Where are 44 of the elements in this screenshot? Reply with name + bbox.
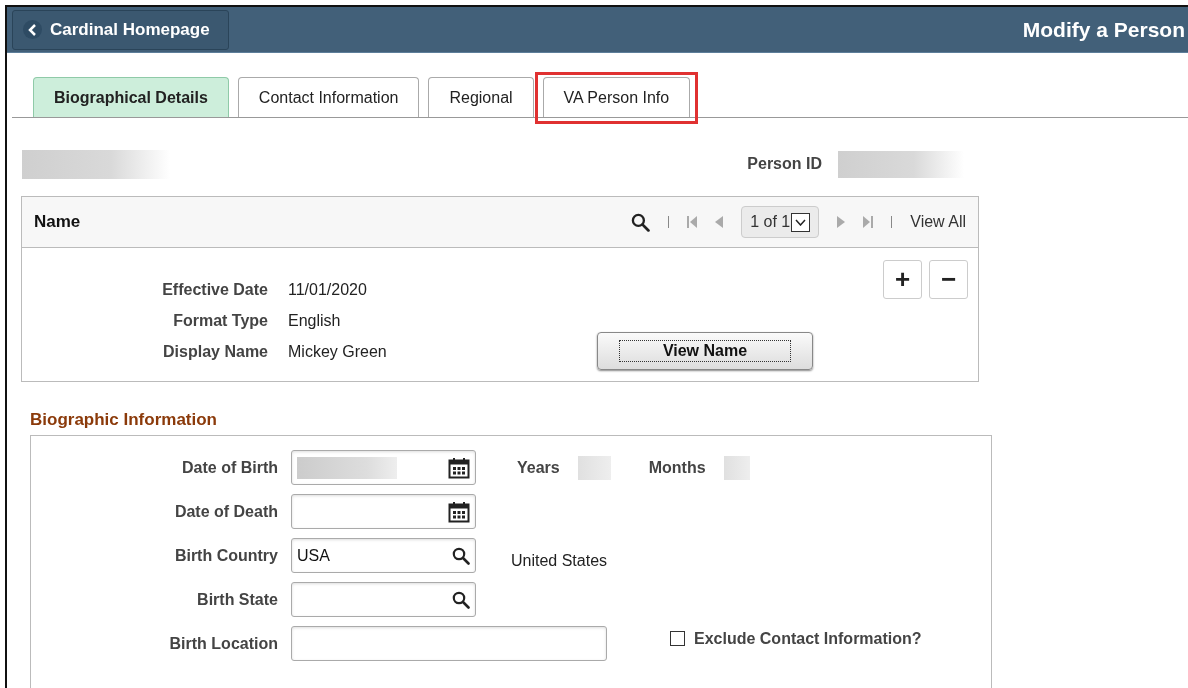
input-field[interactable]: USA	[291, 538, 476, 573]
field-label: Display Name	[162, 343, 268, 361]
field-value: Mickey Green	[288, 343, 387, 361]
field-label: Years	[517, 458, 560, 477]
calendar-icon[interactable]	[448, 500, 470, 523]
input-field[interactable]	[291, 494, 476, 529]
field-label: Birth Country	[173, 546, 278, 565]
delete-row-button[interactable]: −	[929, 260, 968, 299]
pager-dropdown[interactable]: 1 of 1	[741, 206, 820, 238]
tab[interactable]: Regional	[428, 77, 534, 117]
search-icon[interactable]	[452, 546, 470, 565]
input-field[interactable]	[291, 582, 476, 617]
field-description: United States	[511, 551, 608, 570]
tab[interactable]: Contact Information	[237, 77, 420, 117]
redacted-field	[723, 455, 750, 480]
section-title: Biographic Information	[30, 410, 218, 430]
redacted-field	[577, 455, 611, 480]
field-label: Months	[648, 458, 706, 477]
search-icon[interactable]	[631, 212, 651, 232]
view-name-button[interactable]: View Name	[597, 332, 813, 370]
field-label: Birth Location	[168, 634, 278, 653]
field-value: 11/01/2020	[288, 281, 368, 299]
field-label: Format Type	[172, 312, 268, 330]
field-label: Person ID	[747, 155, 822, 173]
field-label: Birth State	[196, 590, 278, 609]
back-button[interactable]: Cardinal Homepage	[12, 9, 229, 50]
input-field[interactable]	[291, 626, 607, 661]
view-all-link[interactable]: View All	[910, 213, 966, 231]
checkbox[interactable]	[670, 631, 685, 646]
field-value: English	[288, 312, 342, 330]
tab[interactable]: VA Person Info	[542, 77, 691, 117]
field-label: Date of Death	[173, 502, 278, 521]
tab[interactable]: Biographical Details	[33, 77, 229, 117]
grid-title: Name	[34, 212, 81, 232]
field-label: Date of Birth	[181, 458, 278, 477]
search-icon[interactable]	[452, 590, 470, 609]
input-field[interactable]	[291, 450, 476, 485]
back-icon	[23, 20, 42, 39]
checkbox-label: Exclude Contact Information?	[694, 629, 922, 648]
page-title: Modify a Person	[1022, 17, 1185, 42]
add-row-button[interactable]: +	[883, 260, 922, 299]
chevron-down-icon	[791, 212, 811, 232]
field-label: Effective Date	[161, 281, 268, 299]
calendar-icon[interactable]	[448, 456, 470, 479]
